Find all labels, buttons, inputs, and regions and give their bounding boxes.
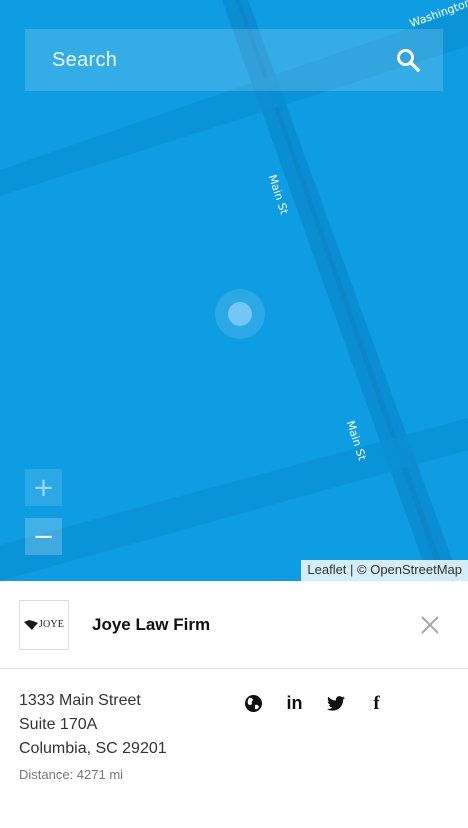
firm-logo: JOYE: [19, 599, 69, 650]
location-marker[interactable]: [215, 289, 265, 339]
firm-name: Joye Law Firm: [92, 614, 211, 634]
zoom-in-button[interactable]: +: [25, 469, 62, 506]
linkedin-label: in: [286, 693, 303, 713]
logo-text: JOYE: [38, 619, 65, 630]
map-attribution[interactable]: Leaflet | © OpenStreetMap: [301, 560, 468, 581]
card-header: JOYE Joye Law Firm: [0, 581, 468, 669]
location-dot: [228, 302, 252, 326]
card-body: 1333 Main Street Suite 170A Columbia, SC…: [0, 669, 468, 802]
twitter-icon[interactable]: [325, 693, 346, 714]
search-input[interactable]: [52, 48, 395, 72]
location-card: JOYE Joye Law Firm 1333 Main Street Suit…: [0, 581, 468, 828]
search-bar[interactable]: [25, 29, 443, 91]
social-links: in f: [243, 693, 387, 714]
facebook-icon[interactable]: f: [366, 693, 387, 714]
sc-state-icon: [23, 619, 38, 630]
distance-text: Distance: 4271 mi: [19, 767, 124, 782]
linkedin-icon[interactable]: in: [284, 693, 305, 714]
globe-icon[interactable]: [243, 693, 264, 714]
map-view[interactable]: Main St Main St Washington + − Leaflet |…: [0, 0, 468, 581]
close-icon[interactable]: [420, 615, 440, 635]
zoom-out-button[interactable]: −: [25, 518, 62, 555]
address-line-2: Suite 170A: [19, 716, 98, 733]
facebook-label: f: [373, 692, 380, 714]
search-icon[interactable]: [395, 47, 421, 73]
address-line-3: Columbia, SC 29201: [19, 740, 167, 757]
